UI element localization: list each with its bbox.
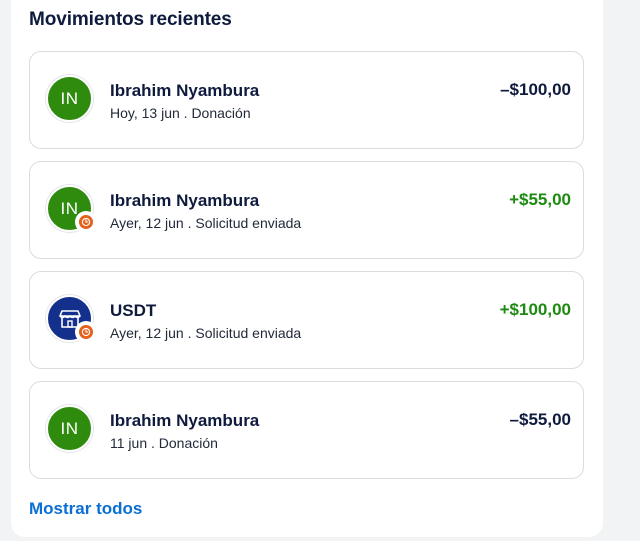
transaction-amount: –$55,00 — [509, 410, 571, 429]
transaction-meta: 11 jun . Donación — [110, 435, 218, 451]
transaction-row[interactable]: IN Ibrahim Nyambura 11 jun . Donación –$… — [29, 381, 584, 479]
transaction-row[interactable]: IN Ibrahim Nyambura Hoy, 13 jun . Donaci… — [29, 51, 584, 149]
transaction-row[interactable]: IN Ibrahim Nyambura Ayer, 12 jun . Solic… — [29, 161, 584, 259]
transaction-meta: Ayer, 12 jun . Solicitud enviada — [110, 215, 302, 231]
transaction-amount: +$55,00 — [509, 190, 571, 209]
transaction-meta: Ayer, 12 jun . Solicitud enviada — [110, 325, 302, 341]
avatar: IN — [46, 75, 93, 122]
pending-badge — [75, 211, 97, 233]
section-title: Movimientos recientes — [29, 9, 232, 30]
avatar: IN — [46, 405, 93, 452]
avatar-initials: IN — [60, 88, 79, 108]
transaction-amount: +$100,00 — [499, 300, 571, 319]
avatar: IN — [46, 185, 97, 233]
avatar — [46, 295, 97, 343]
avatar-initials: IN — [60, 418, 79, 438]
transaction-name: Ibrahim Nyambura — [110, 411, 260, 430]
transaction-amount: –$100,00 — [500, 80, 571, 99]
transaction-name: Ibrahim Nyambura — [110, 81, 260, 100]
transaction-row[interactable]: USDT Ayer, 12 jun . Solicitud enviada +$… — [29, 271, 584, 369]
recent-activity-panel: Movimientos recientes IN Ibrahim Nyambur… — [11, 0, 603, 537]
pending-badge — [75, 321, 97, 343]
transaction-name: Ibrahim Nyambura — [110, 191, 260, 210]
clock-icon — [79, 215, 93, 229]
transaction-list: IN Ibrahim Nyambura Hoy, 13 jun . Donaci… — [29, 51, 584, 491]
clock-icon — [79, 325, 93, 339]
show-all-link[interactable]: Mostrar todos — [29, 499, 142, 519]
transaction-name: USDT — [110, 301, 157, 320]
transaction-meta: Hoy, 13 jun . Donación — [110, 105, 251, 121]
